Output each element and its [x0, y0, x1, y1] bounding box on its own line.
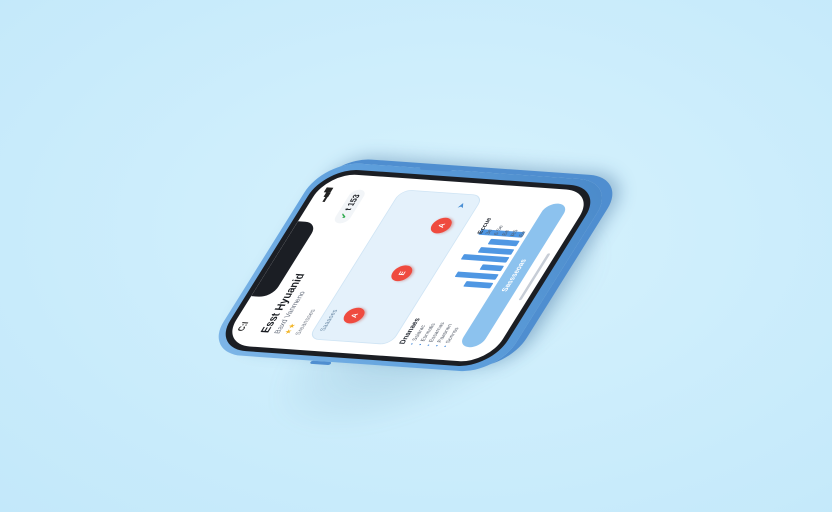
card-label: Saaaoes — [319, 309, 340, 332]
signal-icon: ▂▄▆ — [316, 187, 334, 202]
check-icon: ✔ — [337, 212, 350, 219]
bar — [487, 238, 520, 247]
bar — [477, 246, 515, 255]
bar — [479, 264, 504, 272]
bar — [463, 281, 494, 289]
scene: C:I ▂▄▆ Esst Hyuanid Baxd Vanmeno ★★ Sre… — [0, 0, 832, 512]
bar — [460, 254, 510, 264]
status-time: C:I — [235, 321, 251, 332]
marker-dot[interactable]: A — [339, 307, 369, 324]
marker-dot[interactable]: A — [427, 217, 456, 234]
bar — [454, 271, 499, 280]
arrow-icon[interactable]: ➤ — [455, 202, 469, 209]
marker-dot[interactable]: E — [387, 264, 416, 282]
